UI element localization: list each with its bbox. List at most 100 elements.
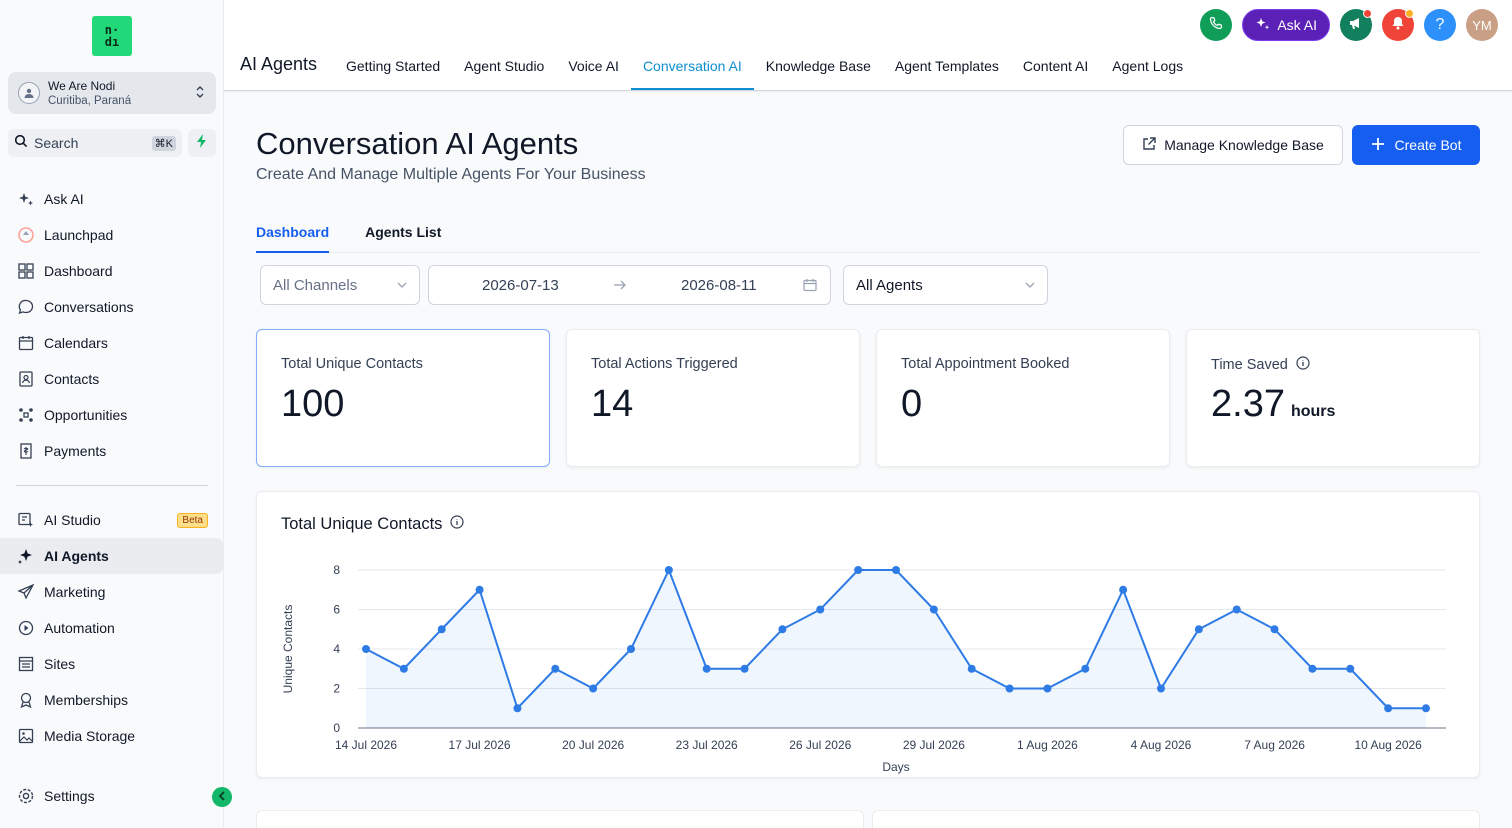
sidebar-item-conversations[interactable]: Conversations [0,289,224,325]
data-point [1422,704,1430,713]
x-tick-label: 26 Jul 2026 [789,738,851,752]
dashboard-subtabs: Dashboard Agents List [256,212,1480,253]
sidebar-item-contacts[interactable]: Contacts [0,361,224,397]
ai-studio-icon [16,510,36,530]
ai-agents-icon [16,546,36,566]
sidebar-item-dashboard[interactable]: Dashboard [0,253,224,289]
sidebar-item-payments[interactable]: Payments [0,433,224,469]
notifications-button[interactable] [1382,9,1414,41]
user-avatar[interactable]: YM [1466,9,1498,41]
x-tick-label: 4 Aug 2026 [1131,738,1192,752]
page-title: Conversation AI Agents [256,126,579,161]
data-point [816,605,825,614]
stat-label: Total Unique Contacts [281,356,423,372]
sidebar-item-opportunities[interactable]: Opportunities [0,397,224,433]
sidebar-item-label: Marketing [44,584,106,600]
stat-card-unique-contacts[interactable]: Total Unique Contacts 100 [256,329,550,467]
app-title: AI Agents [240,54,318,74]
sidebar-item-marketing[interactable]: Marketing [0,574,224,610]
tab-getting-started[interactable]: Getting Started [334,48,452,90]
data-point [1043,684,1052,693]
x-tick-label: 1 Aug 2026 [1017,738,1078,752]
gear-icon [16,786,36,806]
ask-ai-button[interactable]: Ask AI [1242,9,1330,41]
contacts-icon [16,369,36,389]
create-bot-button[interactable]: Create Bot [1352,125,1480,165]
collapse-sidebar-button[interactable] [212,787,232,807]
data-point [1119,585,1128,594]
sidebar-item-automation[interactable]: Automation [0,610,224,646]
top-tabs: Getting Started Agent Studio Voice AI Conve… [334,48,1195,90]
stat-card-actions-triggered[interactable]: Total Actions Triggered 14 [566,329,860,467]
tab-voice-ai[interactable]: Voice AI [556,48,631,90]
manage-knowledge-base-button[interactable]: Manage Knowledge Base [1123,125,1343,165]
chevron-down-icon [1025,279,1035,291]
data-point [1384,704,1393,713]
lightning-icon [196,133,208,153]
data-point [1005,684,1014,693]
sidebar-item-label: Conversations [44,299,134,315]
account-name: We Are Nodi [48,79,116,93]
tab-agent-logs[interactable]: Agent Logs [1100,48,1195,90]
y-axis-label: Unique Contacts [281,605,295,694]
sidebar-item-media-storage[interactable]: Media Storage [0,718,224,754]
agents-select[interactable]: All Agents [843,265,1048,305]
account-switcher[interactable]: We Are Nodi Curitiba, Paraná [8,72,216,114]
calendar-icon [16,333,36,353]
tab-conversation-ai[interactable]: Conversation AI [630,48,754,90]
x-tick-label: 14 Jul 2026 [335,738,397,752]
stat-card-appointments-booked[interactable]: Total Appointment Booked 0 [876,329,1170,467]
announcements-button[interactable] [1340,9,1372,41]
y-tick-label: 6 [333,603,340,617]
data-point [437,625,446,634]
sidebar-item-sites[interactable]: Sites [0,646,224,682]
subtab-dashboard[interactable]: Dashboard [256,212,330,253]
x-axis-label: Days [882,760,909,774]
data-point [1308,664,1317,673]
send-icon [16,582,36,602]
sidebar-item-ask-ai[interactable]: Ask AI [0,181,224,217]
info-icon[interactable] [1296,356,1310,374]
quick-actions-button[interactable] [188,129,216,157]
tab-agent-templates[interactable]: Agent Templates [883,48,1011,90]
stat-value: 0 [901,383,923,425]
phone-button[interactable] [1200,9,1233,41]
stat-label: Total Appointment Booked [901,356,1070,372]
x-tick-label: 17 Jul 2026 [449,738,511,752]
unique-contacts-chart-card: Total Unique Contacts 0 2 4 6 8 14 Jul 2026 17… [256,491,1480,778]
sidebar-item-launchpad[interactable]: Launchpad [0,217,224,253]
data-point [362,645,370,653]
stat-card-time-saved[interactable]: Time Saved 2.37 hours [1186,329,1480,467]
sidebar-item-calendars[interactable]: Calendars [0,325,224,361]
sidebar-item-ai-agents[interactable]: AI Agents [0,538,224,574]
sidebar-item-memberships[interactable]: Memberships [0,682,224,718]
tab-agent-studio[interactable]: Agent Studio [452,48,556,90]
search-button[interactable]: Search ⌘K [8,129,182,157]
y-tick-label: 2 [333,682,340,696]
data-point [892,566,900,574]
data-point [1346,664,1355,673]
data-point [1081,664,1090,673]
account-location: Curitiba, Paraná [48,95,132,107]
channels-select[interactable]: All Channels [260,265,420,305]
sidebar-item-label: Dashboard [44,263,113,279]
search-label: Search [34,135,79,151]
logo-line-2: dı [104,35,120,49]
sidebar-item-settings[interactable]: Settings [0,778,224,814]
beta-badge: Beta [177,512,208,528]
x-tick-label: 23 Jul 2026 [676,738,738,752]
launchpad-icon [16,225,36,245]
tab-content-ai[interactable]: Content AI [1011,48,1100,90]
sidebar-item-ai-studio[interactable]: AI Studio Beta [0,502,224,538]
x-tick-label: 29 Jul 2026 [903,738,965,752]
sidebar-item-label: Launchpad [44,227,114,243]
help-button[interactable]: ? [1424,9,1456,41]
sidebar-item-label: Ask AI [44,191,84,207]
date-range-picker[interactable]: 2026-07-13 2026-08-11 [428,265,831,305]
data-point [778,625,787,634]
tab-knowledge-base[interactable]: Knowledge Base [754,48,883,90]
question-icon: ? [1435,16,1445,33]
nodi-logo[interactable]: n· dı [92,16,132,56]
page-subtitle: Create And Manage Multiple Agents For Yo… [256,166,646,183]
subtab-agents-list[interactable]: Agents List [365,212,441,253]
